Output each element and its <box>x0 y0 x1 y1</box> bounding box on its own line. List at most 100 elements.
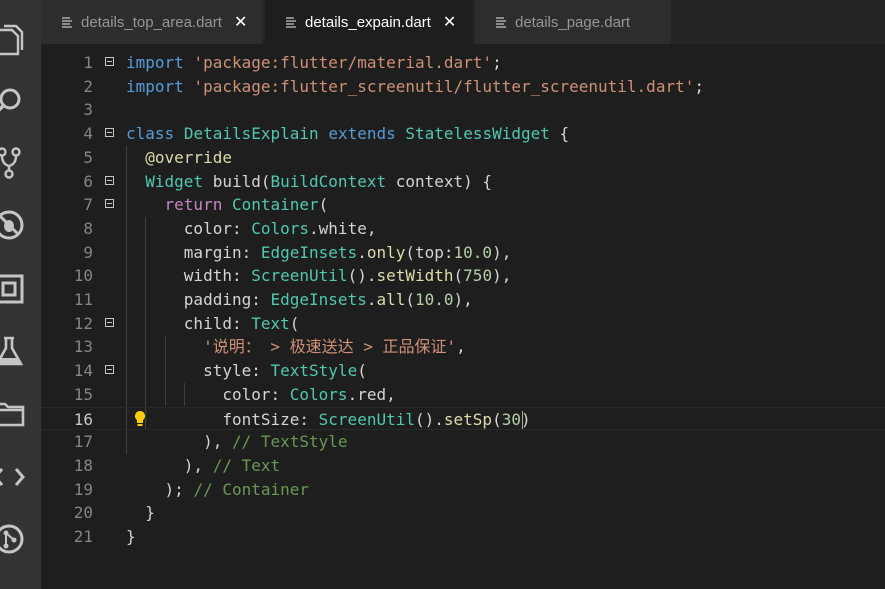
code-text: @override <box>126 146 232 170</box>
code-line[interactable]: 13 '说明： > 极速送达 > 正品保证', <box>41 335 885 359</box>
files-icon[interactable] <box>0 16 41 66</box>
line-number: 1 <box>83 53 93 72</box>
tab-details-page[interactable]: details_page.dart <box>475 0 671 44</box>
code-text: ), // TextStyle <box>126 430 348 454</box>
source-control-icon[interactable] <box>0 138 41 188</box>
file-lines-icon <box>496 17 506 28</box>
code-token: // Text <box>212 455 281 475</box>
code-token: . <box>357 242 367 262</box>
code-token: 'package:flutter_screenutil/flutter_scre… <box>193 76 695 96</box>
code-text: margin: EdgeInsets.only(top:10.0), <box>126 241 512 265</box>
code-token: Colors <box>251 218 310 238</box>
code-line[interactable]: 17 ), // TextStyle <box>41 430 885 454</box>
fold-toggle-icon[interactable] <box>105 365 114 375</box>
tab-details-top-area[interactable]: details_top_area.dart ✕ <box>41 0 262 44</box>
code-line[interactable]: 16 fontSize: ScreenUtil().setSp(30) <box>41 406 885 432</box>
code-line[interactable]: 14 style: TextStyle( <box>41 359 885 383</box>
code-line[interactable]: 2 import 'package:flutter_screenutil/flut… <box>41 75 885 99</box>
code-line[interactable]: 21} <box>41 525 885 549</box>
code-editor[interactable]: 1 import 'package:flutter/material.dart';… <box>41 44 885 589</box>
flask-icon[interactable] <box>0 326 41 376</box>
code-token: ), <box>126 455 213 475</box>
fold-toggle-icon[interactable] <box>105 317 114 327</box>
code-token: ( <box>405 290 416 309</box>
line-number: 7 <box>83 195 93 215</box>
code-line[interactable]: 6 Widget build(BuildContext context) { <box>41 170 885 194</box>
code-token: , <box>456 337 466 357</box>
code-line[interactable]: 7 return Container( <box>41 193 885 217</box>
code-text: ); // Container <box>126 478 310 502</box>
code-icon[interactable] <box>0 452 41 502</box>
code-token: setSp <box>443 409 493 429</box>
line-number: 12 <box>73 313 93 333</box>
fold-toggle-icon[interactable] <box>105 199 114 209</box>
line-number: 15 <box>73 384 93 404</box>
code-line[interactable]: 8 color: Colors.white, <box>41 217 885 241</box>
code-token: ( <box>357 361 367 381</box>
fold-toggle-icon[interactable] <box>105 175 114 185</box>
code-line[interactable]: 5 @override <box>41 146 885 170</box>
code-token: color: <box>126 218 252 238</box>
code-token: (). <box>347 266 377 286</box>
code-text: fontSize: ScreenUtil().setSp(30) <box>126 408 531 432</box>
folder-icon[interactable] <box>0 388 41 438</box>
code-token: BuildContext <box>270 171 387 191</box>
code-token: ( <box>453 266 464 286</box>
code-token: { <box>549 124 570 144</box>
code-line[interactable]: 19 ); // Container <box>41 478 885 502</box>
line-number: 3 <box>83 100 93 120</box>
search-icon[interactable] <box>0 76 41 126</box>
line-number: 19 <box>73 479 93 499</box>
code-text: color: Colors.white, <box>126 217 377 241</box>
git-icon[interactable] <box>0 514 41 564</box>
debug-icon[interactable] <box>0 200 41 250</box>
code-token: setWidth <box>376 266 454 286</box>
code-line[interactable]: 1 import 'package:flutter/material.dart'; <box>41 51 885 75</box>
code-token: color: <box>126 384 290 404</box>
code-line[interactable]: 3 <box>41 98 885 122</box>
extensions-icon[interactable] <box>0 264 41 314</box>
tab-label: details_page.dart <box>515 13 631 31</box>
code-token: ), <box>492 242 512 262</box>
code-token: padding: <box>126 290 271 309</box>
code-text: } <box>126 501 155 525</box>
code-line[interactable]: 10 width: ScreenUtil().setWidth(750), <box>41 264 885 288</box>
close-icon[interactable]: ✕ <box>234 12 247 32</box>
close-icon[interactable]: ✕ <box>443 12 456 32</box>
code-line[interactable]: 18 ), // Text <box>41 454 885 478</box>
code-line[interactable]: 4 class DetailsExplain extends StatelessW… <box>41 122 885 146</box>
code-text: width: ScreenUtil().setWidth(750), <box>126 264 512 288</box>
code-token: Colors <box>289 384 348 404</box>
code-token: Container <box>231 195 319 215</box>
fold-toggle-icon[interactable] <box>105 57 114 66</box>
code-text: class DetailsExplain extends StatelessWi… <box>126 122 569 146</box>
code-line[interactable]: 15 color: Colors.red, <box>41 383 885 407</box>
code-token: child: <box>126 313 252 333</box>
line-number: 8 <box>83 218 93 238</box>
code-token: Widget <box>145 171 204 191</box>
tab-label: details_top_area.dart <box>81 13 222 31</box>
text-cursor <box>521 411 523 429</box>
code-line[interactable]: 20 } <box>41 501 885 525</box>
line-number: 21 <box>73 527 93 546</box>
code-token: (top: <box>405 242 454 262</box>
code-text: return Container( <box>126 193 329 217</box>
code-token: 30 <box>501 409 521 429</box>
code-token: @override <box>145 147 232 167</box>
code-line[interactable]: 12 child: Text( <box>41 312 885 336</box>
code-token: only <box>366 242 406 262</box>
line-number: 11 <box>73 290 93 309</box>
line-number: 5 <box>83 147 93 167</box>
code-text: child: Text( <box>126 312 300 336</box>
code-line[interactable]: 11 padding: EdgeInsets.all(10.0), <box>41 288 885 312</box>
code-text: import 'package:flutter_screenutil/flutt… <box>126 75 704 99</box>
code-text: Widget build(BuildContext context) { <box>126 170 492 194</box>
code-token: ), <box>126 432 232 452</box>
fold-toggle-icon[interactable] <box>105 128 114 138</box>
tab-details-expain[interactable]: details_expain.dart ✕ <box>265 0 473 44</box>
code-line[interactable]: 9 margin: EdgeInsets.only(top:10.0), <box>41 241 885 265</box>
code-token: 'package:flutter/material.dart' <box>193 53 493 72</box>
